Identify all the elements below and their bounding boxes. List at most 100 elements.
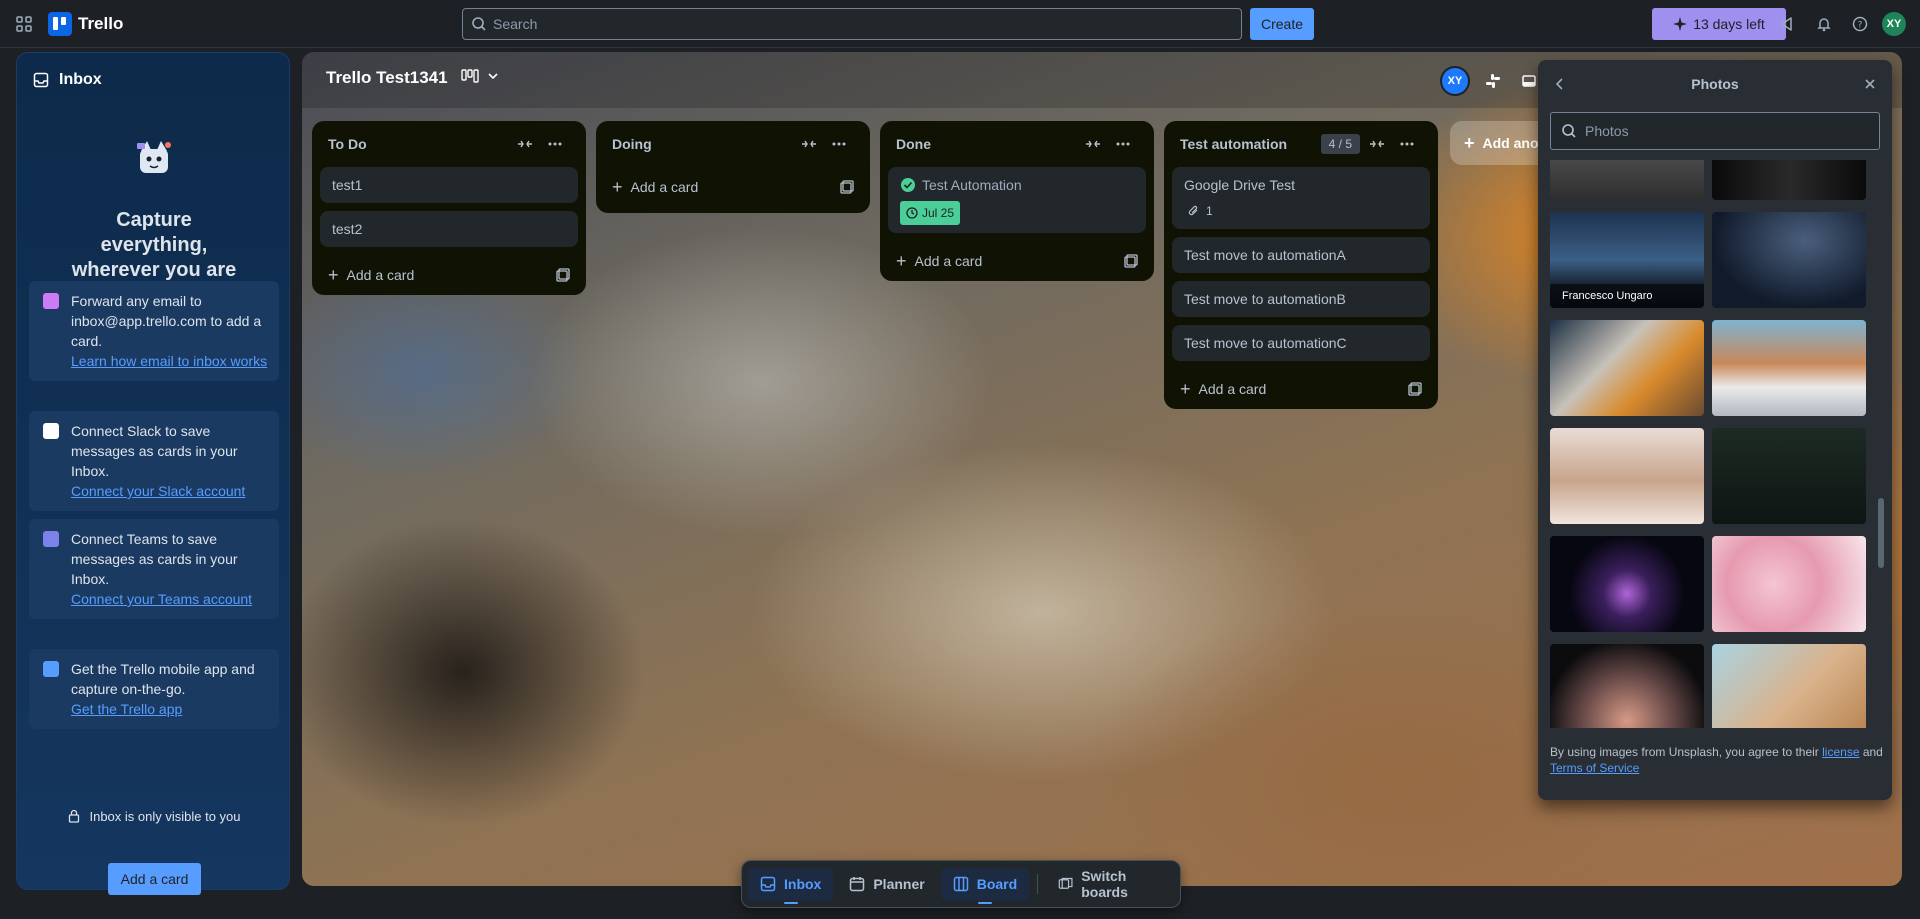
photo-thumbnail[interactable]: Francesco Ungaro xyxy=(1550,212,1704,308)
photo-thumbnail[interactable] xyxy=(1712,428,1866,524)
user-avatar[interactable]: XY xyxy=(1882,12,1906,36)
photo-thumbnail[interactable] xyxy=(1550,644,1704,728)
switcher-inbox-button[interactable]: Inbox xyxy=(748,868,834,900)
attachment-icon xyxy=(1188,205,1198,216)
board-view-icon xyxy=(461,69,479,83)
inbox-panel: Inbox Capture everything, wherever you a… xyxy=(16,52,290,895)
connect-teams-link[interactable]: Connect your Teams account xyxy=(71,589,269,609)
list-to-do: To Do test1 test2 + Add a card xyxy=(312,121,586,295)
list-header[interactable]: Done xyxy=(888,121,1146,167)
board-member-avatar[interactable]: XY xyxy=(1442,68,1468,94)
board-icon xyxy=(953,876,968,892)
switcher-board-label: Board xyxy=(976,876,1018,892)
photo-thumbnail[interactable] xyxy=(1712,160,1866,200)
add-card-button[interactable]: + Add a card xyxy=(888,241,1146,281)
calendar-icon xyxy=(850,877,865,892)
terms-link[interactable]: Terms of Service xyxy=(1550,761,1639,775)
collapse-list-icon[interactable] xyxy=(1078,129,1108,159)
list-title[interactable]: Doing xyxy=(612,136,794,152)
svg-text:?: ? xyxy=(1858,21,1863,31)
photos-search-input[interactable] xyxy=(1585,123,1865,139)
list-header[interactable]: To Do xyxy=(320,121,578,167)
card[interactable]: Test move to automationA xyxy=(1172,237,1430,273)
photo-credit[interactable]: Francesco Ungaro xyxy=(1550,284,1704,308)
connect-slack-link[interactable]: Connect your Slack account xyxy=(71,481,269,501)
trial-button[interactable]: 13 days left xyxy=(1652,8,1786,40)
email-inbox-link[interactable]: Learn how email to inbox works xyxy=(71,351,269,371)
photos-scrollbar[interactable] xyxy=(1878,160,1884,728)
card-template-icon[interactable] xyxy=(556,268,570,282)
create-button[interactable]: Create xyxy=(1250,8,1314,40)
photo-thumbnail[interactable] xyxy=(1550,428,1704,524)
photo-thumbnail[interactable] xyxy=(1712,212,1866,308)
card[interactable]: test2 xyxy=(320,211,578,247)
card-title: test1 xyxy=(332,177,363,193)
list-title[interactable]: Test automation xyxy=(1180,136,1321,152)
photo-thumbnail[interactable] xyxy=(1712,536,1866,632)
switch-boards-button[interactable]: Switch boards xyxy=(1046,868,1174,900)
card-title: Test move to automationC xyxy=(1184,335,1347,351)
list-test-automation: Test automation 4 / 5 Google Drive Test … xyxy=(1164,121,1438,409)
add-card-label: Add a card xyxy=(346,267,415,283)
due-date-badge[interactable]: Jul 25 xyxy=(900,201,961,225)
card[interactable]: Test Automation Jul 25 xyxy=(888,167,1146,233)
board-view-switcher[interactable] xyxy=(460,66,500,86)
add-card-button[interactable]: + Add a card xyxy=(604,167,862,207)
list-menu-icon[interactable] xyxy=(1392,129,1422,159)
inbox-header: Inbox xyxy=(33,71,102,89)
switcher-planner-label: Planner xyxy=(873,876,925,892)
board-title[interactable]: Trello Test1341 xyxy=(326,68,448,88)
add-card-label: Add a card xyxy=(914,253,983,269)
power-ups-icon[interactable] xyxy=(1518,70,1540,92)
photos-search[interactable] xyxy=(1550,112,1880,150)
get-trello-app-link[interactable]: Get the Trello app xyxy=(71,699,269,719)
list-header[interactable]: Test automation 4 / 5 xyxy=(1172,121,1430,167)
photo-thumbnail[interactable] xyxy=(1712,644,1866,728)
card[interactable]: Test move to automationC xyxy=(1172,325,1430,361)
card-title: Test Automation xyxy=(922,177,1022,193)
collapse-list-icon[interactable] xyxy=(510,129,540,159)
switcher-board-button[interactable]: Board xyxy=(940,868,1030,900)
collapse-list-icon[interactable] xyxy=(1362,129,1392,159)
search-bar[interactable] xyxy=(462,8,1242,40)
list-done: Done Test Automation Jul 25 + Add a card xyxy=(880,121,1154,281)
list-header[interactable]: Doing xyxy=(604,121,862,167)
card-template-icon[interactable] xyxy=(1408,382,1422,396)
help-icon[interactable]: ? xyxy=(1848,12,1872,36)
collapse-list-icon[interactable] xyxy=(794,129,824,159)
bottom-switcher: Inbox Planner Board Switch boards xyxy=(741,860,1181,908)
bell-icon[interactable] xyxy=(1812,12,1836,36)
list-menu-icon[interactable] xyxy=(824,129,854,159)
close-icon[interactable] xyxy=(1858,72,1882,96)
photo-thumbnail[interactable] xyxy=(1550,160,1704,200)
inbox-tip-slack: Connect Slack to save messages as cards … xyxy=(29,411,279,511)
list-title[interactable]: To Do xyxy=(328,136,510,152)
list-menu-icon[interactable] xyxy=(1108,129,1138,159)
switcher-planner-button[interactable]: Planner xyxy=(837,868,936,900)
add-card-button[interactable]: + Add a card xyxy=(1172,369,1430,409)
inbox-icon xyxy=(33,72,49,88)
megaphone-icon[interactable] xyxy=(1776,12,1800,36)
add-card-button[interactable]: + Add a card xyxy=(320,255,578,295)
card-template-icon[interactable] xyxy=(1124,254,1138,268)
search-input[interactable] xyxy=(493,16,1193,32)
slack-power-up-icon[interactable] xyxy=(1482,70,1504,92)
inbox-tip-text: Get the Trello mobile app and capture on… xyxy=(71,661,255,697)
card[interactable]: Test move to automationB xyxy=(1172,281,1430,317)
inbox-add-card-button[interactable]: Add a card xyxy=(108,863,201,895)
photo-thumbnail[interactable] xyxy=(1712,320,1866,416)
app-switcher-icon[interactable] xyxy=(12,12,36,36)
license-link[interactable]: license xyxy=(1822,745,1859,759)
photo-thumbnail[interactable] xyxy=(1550,536,1704,632)
trello-logo[interactable]: Trello xyxy=(48,12,123,36)
list-menu-icon[interactable] xyxy=(540,129,570,159)
clock-icon xyxy=(906,207,918,219)
card[interactable]: test1 xyxy=(320,167,578,203)
card-title: test2 xyxy=(332,221,363,237)
list-title[interactable]: Done xyxy=(896,136,1078,152)
privacy-text: Inbox is only visible to you xyxy=(89,809,241,824)
check-circle-icon[interactable] xyxy=(900,177,916,193)
card[interactable]: Google Drive Test 1 xyxy=(1172,167,1430,229)
photo-thumbnail[interactable] xyxy=(1550,320,1704,416)
card-template-icon[interactable] xyxy=(840,180,854,194)
